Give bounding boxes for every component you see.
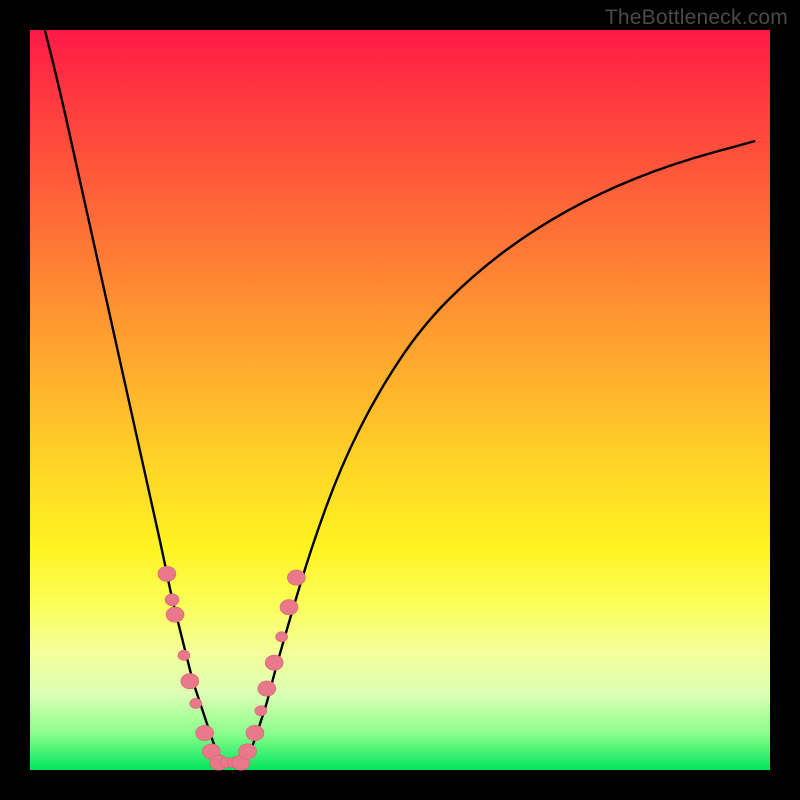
scatter-point (166, 607, 184, 622)
scatter-point (165, 594, 179, 606)
watermark-text: TheBottleneck.com (605, 6, 788, 30)
scatter-point (255, 706, 267, 716)
scatter-point (196, 725, 214, 740)
scatter-point (190, 698, 202, 708)
scatter-point (158, 566, 176, 581)
curve-left-branch (45, 30, 223, 763)
scatter-point (239, 744, 257, 759)
curve-right-branch (245, 141, 756, 763)
curve-layer (30, 30, 770, 770)
scatter-point (287, 570, 305, 585)
scatter-point (246, 725, 264, 740)
chart-frame: TheBottleneck.com (0, 0, 800, 800)
scatter-point (181, 674, 199, 689)
scatter-point (258, 681, 276, 696)
scatter-point (280, 600, 298, 615)
scatter-point (276, 632, 288, 642)
scatter-markers (158, 566, 306, 770)
scatter-point (265, 655, 283, 670)
scatter-point (178, 650, 190, 660)
